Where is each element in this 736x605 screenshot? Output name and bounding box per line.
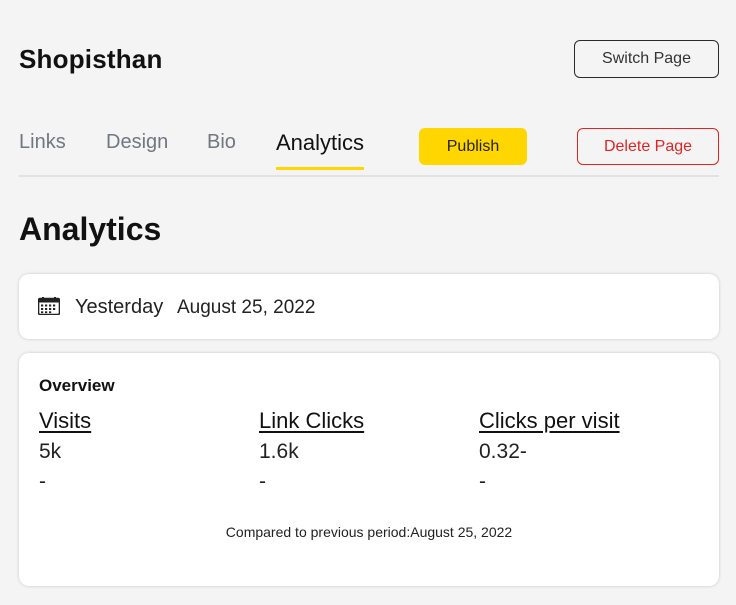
tab-analytics[interactable]: Analytics <box>276 130 365 170</box>
page: Shopisthan Switch Page Links Design Bio … <box>0 0 736 605</box>
metric-clicks-per-visit-change: - <box>479 470 486 493</box>
tab-bio[interactable]: Bio <box>207 131 236 167</box>
date-filter-card: Yesterday August 25, 2022 <box>19 274 719 339</box>
page-title: Analytics <box>19 211 162 247</box>
selected-date: August 25, 2022 <box>177 297 316 318</box>
metric-link-clicks-label[interactable]: Link Clicks <box>259 408 469 438</box>
tab-links[interactable]: Links <box>19 131 66 167</box>
metric-visits-label[interactable]: Visits <box>39 408 249 438</box>
calendar-icon[interactable] <box>38 297 60 315</box>
metric-link-clicks-change: - <box>259 470 266 493</box>
tab-design[interactable]: Design <box>106 131 168 167</box>
delete-page-button[interactable]: Delete Page <box>577 128 719 165</box>
metric-visits-value: 5k <box>39 440 62 463</box>
metric-clicks-per-visit: Clicks per visit 0.32- - <box>479 408 689 500</box>
overview-card: Overview Visits 5k - Link Clicks 1.6k - … <box>19 353 719 586</box>
metric-link-clicks: Link Clicks 1.6k - <box>259 408 469 500</box>
overview-title: Overview <box>39 376 115 395</box>
switch-page-button[interactable]: Switch Page <box>574 40 719 78</box>
metric-visits: Visits 5k - <box>39 408 249 500</box>
comparison-note: Compared to previous period:August 25, 2… <box>225 524 513 540</box>
metric-clicks-per-visit-value: 0.32- <box>479 440 527 463</box>
brand-title: Shopisthan <box>19 44 163 74</box>
metric-link-clicks-value: 1.6k <box>259 440 299 463</box>
metric-visits-change: - <box>39 470 46 493</box>
publish-button[interactable]: Publish <box>419 128 527 165</box>
date-range-selector[interactable]: Yesterday <box>75 296 163 319</box>
metric-clicks-per-visit-label[interactable]: Clicks per visit <box>479 408 689 438</box>
